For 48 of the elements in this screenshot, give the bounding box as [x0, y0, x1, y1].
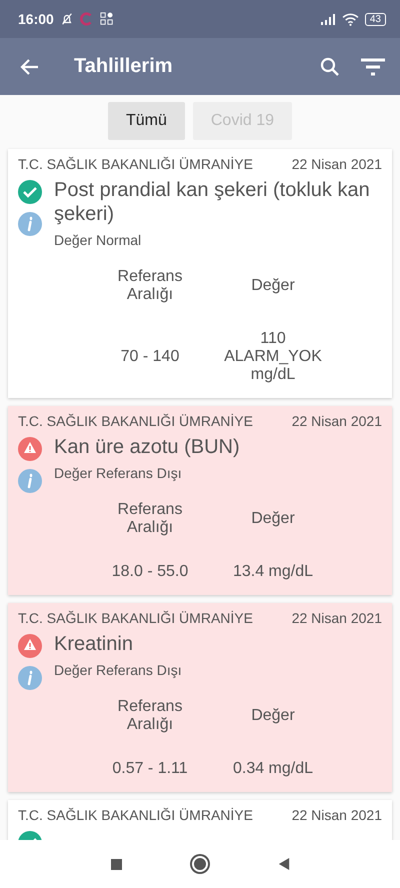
test-name: Kan üre azotu (BUN) [54, 435, 241, 459]
table-cell-text: 70 - 140 [120, 348, 180, 366]
warning-icon [18, 437, 42, 461]
grid-icon [100, 12, 114, 26]
result-note: Değer Referans Dışı [54, 465, 183, 481]
result-card[interactable]: T.C. SAĞLIK BAKANLIĞI ÜMRANİYE 22 Nisan 2021 [8, 800, 392, 840]
search-icon[interactable] [320, 56, 340, 76]
recents-icon[interactable] [110, 858, 122, 870]
filter-tab[interactable]: Tümü [108, 102, 185, 140]
institution-name: T.C. SAĞLIK BAKANLIĞI ÜMRANİYE [18, 413, 253, 429]
result-date: 22 Nisan 2021 [292, 156, 382, 172]
test-name: Kreatinin [54, 632, 134, 656]
home-icon[interactable] [192, 856, 208, 872]
test-name: Post prandial kan şekeri (tokluk kan şekeri) [54, 178, 371, 226]
status-time: 16:00 [18, 11, 54, 27]
check-icon [18, 180, 42, 204]
result-date: 22 Nisan 2021 [292, 413, 382, 429]
signal-icon [320, 13, 336, 25]
result-card[interactable]: T.C. SAĞLIK BAKANLIĞI ÜMRANİYE 22 Nisan 2021 Kan üre azotu (BUN) Değer Referans Dışı Referans Aralığı Değer 18.0 - 55.0 13.4 mg/dL [8, 406, 392, 595]
institution-name: T.C. SAĞLIK BAKANLIĞI ÜMRANİYE [18, 610, 253, 626]
result-card[interactable]: T.C. SAĞLIK BAKANLIĞI ÜMRANİYE 22 Nisan 2021 Kreatinin Değer Referans Dışı Referans Aralığı Değer 0.57 - 1.11 0.34 mg/dL [8, 603, 392, 792]
warning-icon [18, 634, 42, 658]
result-date: 22 Nisan 2021 [292, 610, 382, 626]
institution-name: T.C. SAĞLIK BAKANLIĞI ÜMRANİYE [18, 156, 253, 172]
result-date: 22 Nisan 2021 [292, 807, 382, 823]
back-arrow-icon[interactable] [20, 56, 40, 76]
result-card[interactable]: T.C. SAĞLIK BAKANLIĞI ÜMRANİYE 22 Nisan 2021 Post prandial kan şekeri (tokluk kan şekeri) Değer Normal Referans Aralığı Değer 70 - 140 110 ALARM_YOK mg/dL [8, 149, 392, 398]
screen-title: Tahlillerim [74, 55, 173, 78]
column-heading: Referans Aralığı [116, 501, 184, 537]
table-cell-text: 0.57 - 1.11 [111, 760, 189, 778]
back-triangle-icon[interactable] [278, 857, 290, 871]
table-cell-text: 18.0 - 55.0 [110, 563, 190, 581]
institution-name: T.C. SAĞLIK BAKANLIĞI ÜMRANİYE [18, 807, 253, 823]
column-heading: Değer [250, 510, 296, 528]
table-cell-text: 0.34 mg/dL [232, 760, 314, 778]
wifi-icon [342, 12, 359, 26]
table-cell-text: 13.4 mg/dL [232, 563, 314, 581]
filter-icon[interactable] [360, 56, 386, 76]
column-heading: Referans Aralığı [116, 698, 184, 734]
column-heading: Değer [250, 707, 296, 725]
bell-off-icon [60, 12, 74, 26]
result-note: Değer Referans Dışı [54, 662, 183, 678]
column-heading: Değer [250, 277, 296, 295]
column-heading: Referans Aralığı [116, 268, 184, 304]
app-logo-icon [80, 12, 94, 26]
result-note: Değer Normal [54, 232, 142, 248]
battery-indicator: 43 [364, 12, 386, 26]
table-cell-text: 110 ALARM_YOK mg/dL [223, 330, 323, 384]
